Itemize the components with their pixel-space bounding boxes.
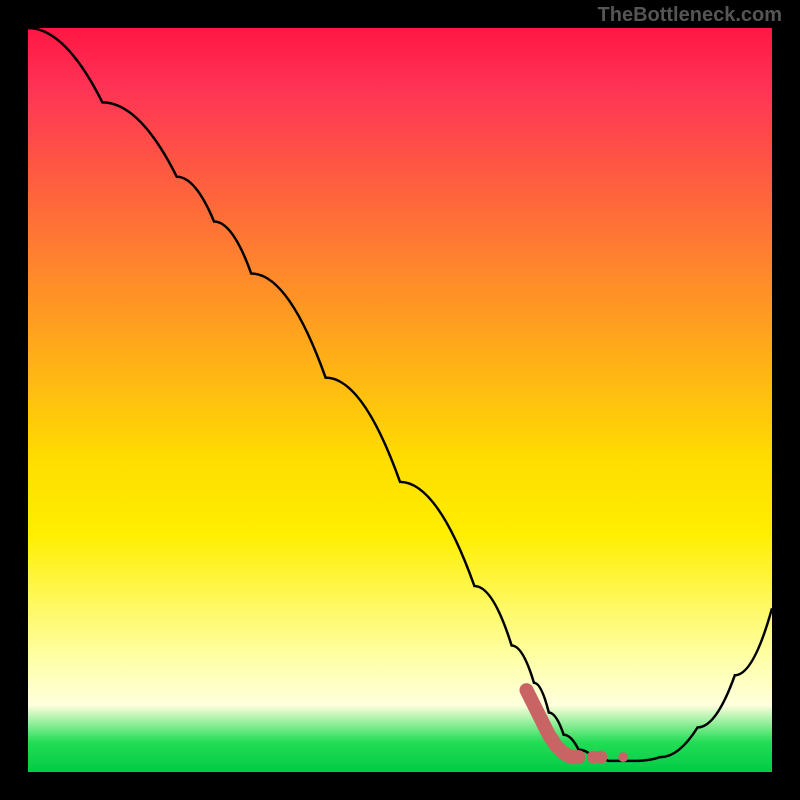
watermark-text: TheBottleneck.com bbox=[598, 4, 782, 27]
highlighted-markers bbox=[526, 690, 628, 763]
bottleneck-curve-line bbox=[28, 28, 772, 761]
chart-svg bbox=[28, 28, 772, 772]
chart-plot-area bbox=[28, 28, 772, 772]
